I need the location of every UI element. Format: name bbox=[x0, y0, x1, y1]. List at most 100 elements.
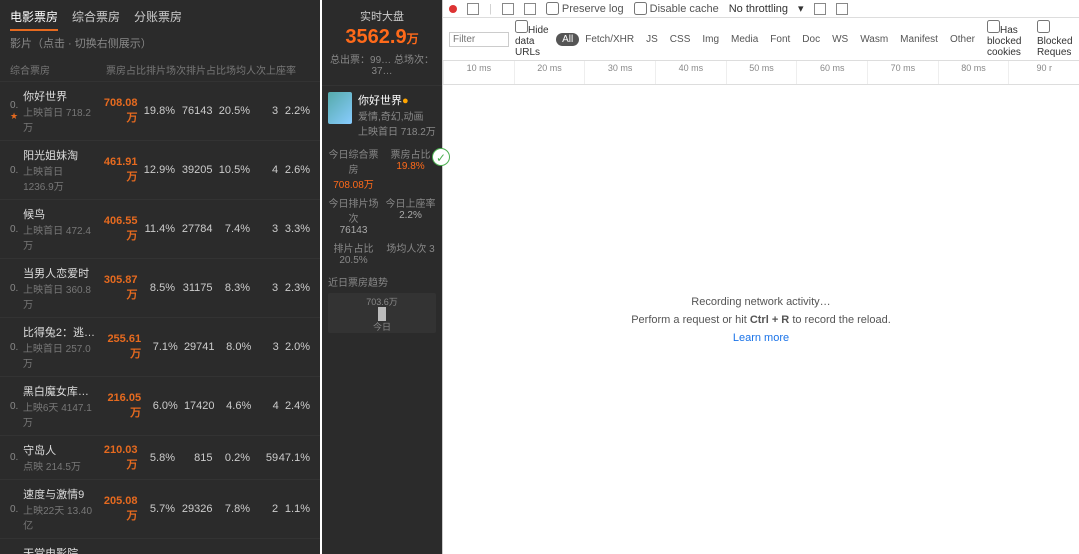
card-tags: 爱情,奇幻,动画 bbox=[358, 108, 436, 123]
showshare-value: 20.5% bbox=[213, 105, 251, 117]
movie-title-cell: 天堂电影院上映首日 200.6万 bbox=[23, 545, 94, 554]
trend-bar bbox=[378, 307, 386, 321]
seat-value: 3.3% bbox=[278, 223, 310, 235]
box-value: 406.55万 bbox=[94, 215, 137, 243]
table-row[interactable]: 0. 黑白魔女库伊拉上映6天 4147.1万 216.05万 6.0% 1742… bbox=[0, 376, 320, 435]
blocked-cookies-checkbox[interactable]: Has blocked cookies bbox=[987, 20, 1031, 58]
realtime-summary: 总出票：99… 总场次：37… bbox=[328, 51, 436, 77]
tabs: 电影票房 综合票房 分账票房 bbox=[10, 8, 310, 31]
panel-header: 电影票房 综合票房 分账票房 影片（点击 · 切换右侧展示） bbox=[0, 0, 320, 58]
chevron-down-icon[interactable]: ▾ bbox=[798, 2, 804, 15]
movie-card: ✓ 你好世界● 爱情,奇幻,动画 上映首日 718.2万 今日综合票房708.0… bbox=[322, 86, 442, 339]
table-row[interactable]: 0. 当男人恋爱时上映首日 360.8万 305.87万 8.5% 31175 … bbox=[0, 258, 320, 317]
shows-value: 76143 bbox=[175, 105, 213, 117]
showshare-value: 7.4% bbox=[213, 223, 251, 235]
movie-title-cell: 速度与激情9上映22天 13.40亿 bbox=[23, 486, 94, 532]
rank: 0. bbox=[10, 504, 23, 515]
seat-value: 2.2% bbox=[278, 105, 310, 117]
box-value: 461.91万 bbox=[94, 156, 137, 184]
tab-total-boxoffice[interactable]: 综合票房 bbox=[72, 8, 120, 31]
recording-text: Recording network activity… bbox=[691, 296, 830, 308]
filter-type-img[interactable]: Img bbox=[696, 33, 725, 46]
filter-type-media[interactable]: Media bbox=[725, 33, 764, 46]
blocked-requests-checkbox[interactable]: Blocked Reques bbox=[1037, 20, 1073, 58]
avg-value: 3 bbox=[250, 223, 278, 235]
share-value: 7.1% bbox=[141, 341, 178, 353]
movie-title-cell: 阳光姐妹淘上映首日 1236.9万 bbox=[23, 147, 94, 193]
shows-value: 29741 bbox=[178, 341, 215, 353]
box-value: 210.03万 bbox=[94, 444, 137, 472]
search-icon[interactable] bbox=[524, 3, 536, 15]
table-row[interactable]: 0. 候鸟上映首日 472.4万 406.55万 11.4% 27784 7.4… bbox=[0, 199, 320, 258]
tab-movie-boxoffice[interactable]: 电影票房 bbox=[10, 8, 58, 31]
filter-type-wasm[interactable]: Wasm bbox=[854, 33, 894, 46]
realtime-total: 3562.9万 bbox=[328, 26, 436, 49]
avg-value: 2 bbox=[250, 503, 278, 515]
filter-toggle-icon[interactable] bbox=[502, 3, 514, 15]
filter-type-doc[interactable]: Doc bbox=[796, 33, 826, 46]
shows-value: 815 bbox=[175, 452, 213, 464]
showshare-value: 10.5% bbox=[213, 164, 251, 176]
filter-input[interactable] bbox=[449, 32, 509, 47]
timeline-tick: 30 ms bbox=[584, 61, 655, 84]
rank: 0. bbox=[10, 401, 23, 412]
table-row[interactable]: 0. 阳光姐妹淘上映首日 1236.9万 461.91万 12.9% 39205… bbox=[0, 140, 320, 199]
showshare-value: 4.6% bbox=[215, 400, 252, 412]
tab-split-boxoffice[interactable]: 分账票房 bbox=[134, 8, 182, 31]
movie-title-cell: 你好世界上映首日 718.2万 bbox=[23, 88, 94, 134]
seat-value: 2.3% bbox=[278, 282, 310, 294]
stat-cell: 排片占比 20.5% bbox=[328, 240, 379, 266]
realtime-panel: 实时大盘 3562.9万 总出票：99… 总场次：37… ✓ 你好世界● 爱情,… bbox=[322, 0, 442, 554]
trend-today-label: 今日 bbox=[328, 320, 436, 333]
table-row[interactable]: 0.★ 你好世界上映首日 718.2万 708.08万 19.8% 76143 … bbox=[0, 81, 320, 140]
showshare-value: 0.2% bbox=[213, 452, 251, 464]
learn-more-link[interactable]: Learn more bbox=[733, 332, 789, 344]
filter-type-all[interactable]: All bbox=[556, 33, 579, 46]
table-row[interactable]: 0. 守岛人点映 214.5万 210.03万 5.8% 815 0.2% 59… bbox=[0, 435, 320, 479]
column-headers: 综合票房 票房占比 排片场次 排片占比 场均人次 上座率 bbox=[0, 58, 320, 81]
stat-cell: 票房占比19.8% bbox=[385, 146, 436, 191]
hint-text: 影片（点击 · 切换右侧展示） bbox=[10, 37, 310, 52]
showshare-value: 8.3% bbox=[213, 282, 251, 294]
download-icon[interactable] bbox=[836, 3, 848, 15]
filter-row: Hide data URLs AllFetch/XHRJSCSSImgMedia… bbox=[443, 18, 1079, 61]
filter-type-css[interactable]: CSS bbox=[664, 33, 697, 46]
rank: 0. bbox=[10, 342, 23, 353]
stat-cell: 今日排片场次76143 bbox=[328, 195, 379, 236]
upload-icon[interactable] bbox=[814, 3, 826, 15]
seat-value: 1.1% bbox=[278, 503, 310, 515]
table-row[interactable]: 0. 天堂电影院上映首日 200.6万 193.64万 5.4% 48479 1… bbox=[0, 538, 320, 554]
movie-list[interactable]: 0.★ 你好世界上映首日 718.2万 708.08万 19.8% 76143 … bbox=[0, 81, 320, 554]
throttling-select[interactable]: No throttling bbox=[729, 3, 788, 15]
trend-value: 703.6万 bbox=[328, 293, 436, 308]
stat-grid: 今日综合票房708.08万票房占比19.8%今日排片场次76143今日上座率2.… bbox=[328, 146, 436, 266]
showshare-value: 8.0% bbox=[215, 341, 252, 353]
preserve-log-checkbox[interactable]: Preserve log bbox=[546, 2, 624, 15]
table-row[interactable]: 0. 比得兔2：逃跑计划上映首日 257.0万 255.61万 7.1% 297… bbox=[0, 317, 320, 376]
movie-title-cell: 候鸟上映首日 472.4万 bbox=[23, 206, 94, 252]
clear-icon[interactable] bbox=[467, 3, 479, 15]
timeline-ruler[interactable]: 10 ms20 ms30 ms40 ms50 ms60 ms70 ms80 ms… bbox=[443, 61, 1079, 85]
card-title: 你好世界● bbox=[358, 92, 436, 108]
hide-dataurls-checkbox[interactable]: Hide data URLs bbox=[515, 20, 550, 58]
share-value: 19.8% bbox=[138, 105, 176, 117]
timeline-tick: 80 ms bbox=[938, 61, 1009, 84]
shows-value: 31175 bbox=[175, 282, 213, 294]
trend-chart: 703.6万 今日 bbox=[328, 293, 436, 333]
col-box: 综合票房 bbox=[10, 62, 100, 77]
disable-cache-checkbox[interactable]: Disable cache bbox=[634, 2, 719, 15]
filter-type-js[interactable]: JS bbox=[640, 33, 664, 46]
movie-title-cell: 当男人恋爱时上映首日 360.8万 bbox=[23, 265, 94, 311]
box-value: 216.05万 bbox=[99, 392, 141, 420]
filter-type-manifest[interactable]: Manifest bbox=[894, 33, 944, 46]
table-row[interactable]: 0. 速度与激情9上映22天 13.40亿 205.08万 5.7% 29326… bbox=[0, 479, 320, 538]
filter-type-ws[interactable]: WS bbox=[826, 33, 854, 46]
card-release: 上映首日 718.2万 bbox=[358, 123, 436, 138]
col-seat: 上座率 bbox=[266, 62, 296, 77]
share-value: 8.5% bbox=[138, 282, 176, 294]
filter-type-font[interactable]: Font bbox=[764, 33, 796, 46]
record-icon[interactable] bbox=[449, 5, 457, 13]
check-icon: ✓ bbox=[432, 148, 450, 166]
filter-type-other[interactable]: Other bbox=[944, 33, 981, 46]
filter-type-fetch/xhr[interactable]: Fetch/XHR bbox=[579, 33, 640, 46]
